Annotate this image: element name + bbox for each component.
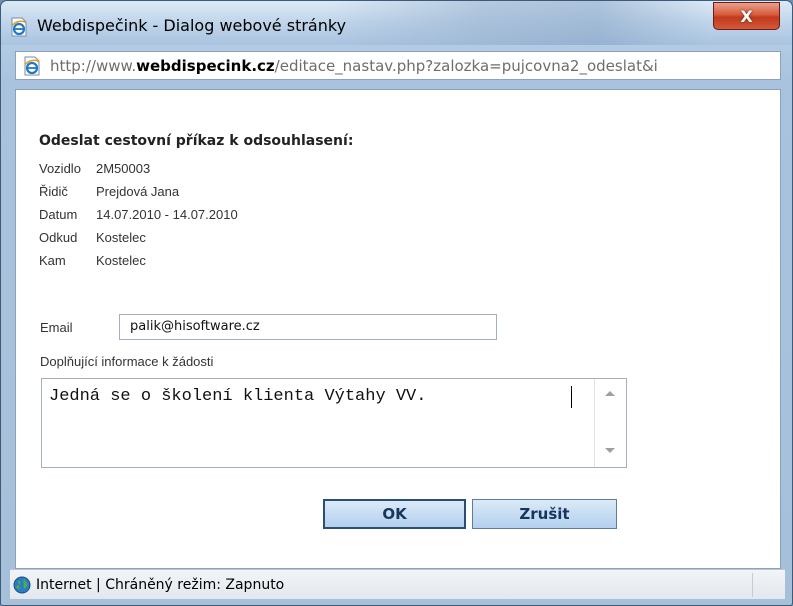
info-value: 2M50003 — [96, 161, 151, 176]
address-url: http://www.webdispecink.cz/editace_nasta… — [50, 57, 778, 75]
url-path: /editace_nastav.php?zalozka=pujcovna2_od… — [274, 57, 658, 75]
title-bar-glass — [331, 1, 711, 45]
window-title: Webdispečink - Dialog webové stránky — [37, 16, 347, 35]
note-label: Doplňující informace k žádosti — [40, 354, 214, 369]
dialog-content: Odeslat cestovní příkaz k odsouhlasení: … — [15, 89, 781, 569]
close-icon: X — [740, 6, 753, 26]
ie-page-icon — [24, 56, 40, 76]
globe-icon — [13, 576, 31, 594]
info-label: Odkud — [39, 230, 78, 245]
info-value: Prejdová Jana — [96, 184, 180, 199]
info-value: 14.07.2010 - 14.07.2010 — [96, 207, 238, 222]
url-domain: webdispecink.cz — [136, 57, 275, 75]
info-label: Řidič — [39, 184, 68, 199]
info-value: Kostelec — [96, 230, 146, 245]
email-field[interactable]: palik@hisoftware.cz — [119, 314, 497, 340]
scroll-down-arrow-icon[interactable] — [605, 448, 615, 453]
info-label: Kam — [39, 253, 66, 268]
note-textarea[interactable]: Jedná se o školení klienta Výtahy VV. — [41, 378, 627, 468]
url-prefix: http://www. — [50, 57, 137, 75]
title-bar[interactable]: Webdispečink - Dialog webové stránky X — [1, 1, 792, 45]
scroll-up-arrow-icon[interactable] — [605, 391, 615, 396]
close-button[interactable]: X — [713, 2, 780, 30]
text-caret — [571, 386, 572, 408]
note-text: Jedná se o školení klienta Výtahy VV. — [49, 387, 427, 406]
cancel-button[interactable]: Zrušit — [472, 499, 617, 529]
status-bar: Internet | Chráněný režim: Zapnuto — [10, 569, 785, 599]
ie-page-icon — [11, 17, 27, 37]
info-label: Vozidlo — [39, 161, 81, 176]
info-value: Kostelec — [96, 253, 146, 268]
status-text: Internet | Chráněný režim: Zapnuto — [36, 577, 285, 593]
textarea-scrollbar[interactable] — [594, 379, 626, 467]
address-bar: http://www.webdispecink.cz/editace_nasta… — [15, 51, 781, 80]
ok-button[interactable]: OK — [323, 499, 466, 529]
email-label: Email — [40, 320, 73, 335]
info-label: Datum — [39, 207, 78, 222]
dialog-window: Webdispečink - Dialog webové stránky X h… — [0, 0, 793, 606]
form-heading: Odeslat cestovní příkaz k odsouhlasení: — [39, 133, 354, 149]
status-divider — [752, 573, 753, 597]
